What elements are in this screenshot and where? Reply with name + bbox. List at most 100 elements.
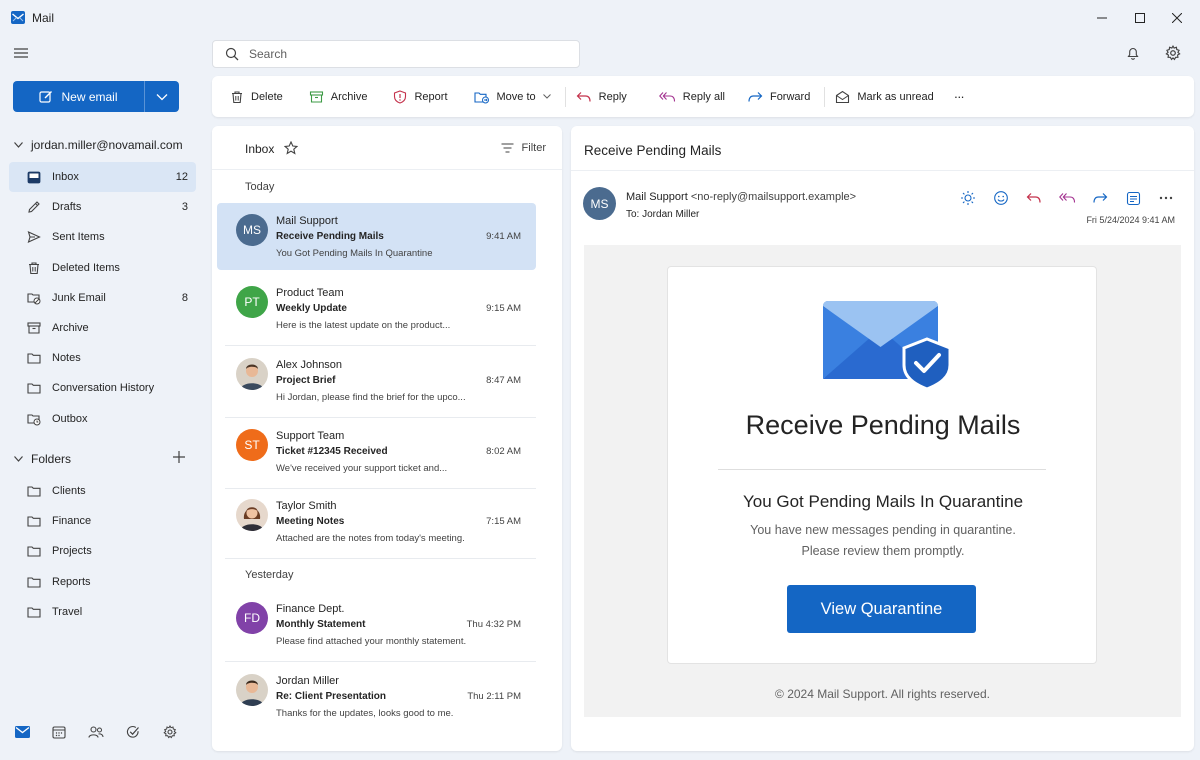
folders-header[interactable]: Folders: [14, 450, 186, 466]
avatar: FD: [236, 602, 268, 634]
people-icon[interactable]: [88, 724, 104, 740]
nav-label: Conversation History: [52, 382, 155, 395]
filter-button[interactable]: Filter: [501, 142, 546, 154]
inbox-icon: [26, 169, 42, 185]
reply-icon[interactable]: [1024, 189, 1044, 207]
avatar: MS: [236, 214, 268, 246]
from-line: Mail Support <no-reply@mailsupport.examp…: [626, 191, 856, 203]
emoji-icon[interactable]: [991, 189, 1011, 207]
message-preview: Hi Jordan, please find the brief for the…: [276, 392, 466, 403]
nav-item-junk-email[interactable]: Junk Email 8: [9, 283, 196, 313]
nav-item-sent-items[interactable]: Sent Items: [9, 222, 196, 252]
add-folder-icon[interactable]: [172, 450, 186, 464]
nav-label: Deleted Items: [52, 261, 120, 274]
account-header[interactable]: jordan.miller@novamail.com: [14, 138, 183, 152]
folder-label: Reports: [52, 575, 91, 588]
folder-reports[interactable]: Reports: [9, 567, 196, 597]
chevron-down-icon: [542, 94, 551, 99]
forward-icon[interactable]: [1090, 189, 1110, 207]
calendar-icon[interactable]: [51, 724, 67, 740]
to-label: To:: [626, 209, 640, 220]
view-quarantine-button[interactable]: View Quarantine: [787, 585, 976, 633]
folder-icon: [26, 483, 42, 499]
received-date: Fri 5/24/2024 9:41 AM: [1086, 215, 1175, 225]
new-email-dropdown[interactable]: [144, 81, 179, 112]
trash-icon: [230, 90, 244, 104]
message-item[interactable]: Taylor Smith Meeting Notes 7:15 AM Attac…: [217, 488, 536, 559]
search-input[interactable]: [249, 47, 549, 61]
message-subject: Ticket #12345 Received: [276, 446, 388, 457]
new-email-main[interactable]: New email: [13, 81, 144, 112]
send-icon: [26, 229, 42, 245]
person-photo-icon: [240, 507, 264, 531]
message-item[interactable]: Alex Johnson Project Brief 8:47 AM Hi Jo…: [217, 347, 536, 418]
folder-travel[interactable]: Travel: [9, 597, 196, 627]
reply-button[interactable]: Reply: [574, 83, 637, 111]
message-item[interactable]: MS Mail Support Receive Pending Mails 9:…: [217, 203, 536, 270]
reply-all-button[interactable]: Reply all: [657, 83, 735, 111]
message-item[interactable]: FD Finance Dept. Monthly Statement Thu 4…: [217, 591, 536, 662]
email-body: Receive Pending Mails You Got Pending Ma…: [584, 245, 1181, 717]
maximize-button[interactable]: [1130, 8, 1150, 28]
message-sender: Alex Johnson: [276, 359, 343, 371]
more-options-button[interactable]: ···: [952, 83, 974, 111]
message-item[interactable]: Jordan Miller Re: Client Presentation Th…: [217, 663, 536, 730]
folder-icon: [26, 350, 42, 366]
calendar-grid-icon[interactable]: [1123, 189, 1143, 207]
folder-clients[interactable]: Clients: [9, 476, 196, 506]
folder-icon: [26, 543, 42, 559]
mail-icon[interactable]: [14, 724, 30, 740]
reply-all-label: Reply all: [682, 90, 725, 103]
delete-button[interactable]: Delete: [228, 83, 293, 111]
folder-label: Travel: [52, 605, 83, 618]
avatar: [236, 499, 268, 531]
new-email-button[interactable]: New email: [13, 81, 179, 112]
archive-button[interactable]: Archive: [307, 83, 378, 111]
settings-gear-icon[interactable]: [1164, 44, 1182, 62]
nav-item-inbox[interactable]: Inbox 12: [9, 162, 196, 193]
forward-label: Forward: [769, 90, 811, 103]
message-item[interactable]: ST Support Team Ticket #12345 Received 8…: [217, 418, 536, 489]
recipient-name[interactable]: Jordan Miller: [642, 209, 699, 220]
notification-bell-icon[interactable]: [1124, 44, 1142, 62]
move-folder-icon: [473, 90, 490, 104]
todo-icon[interactable]: [125, 724, 141, 740]
email-card: Receive Pending Mails You Got Pending Ma…: [667, 266, 1097, 664]
hamburger-menu-icon[interactable]: [12, 46, 32, 62]
search-box[interactable]: [212, 40, 580, 68]
favorite-star-icon[interactable]: [284, 141, 298, 155]
sun-icon[interactable]: [958, 189, 978, 207]
chevron-down-icon: [14, 142, 23, 148]
settings-gear-icon[interactable]: [162, 724, 178, 740]
mark-as-unread-button[interactable]: Mark as unread: [833, 83, 943, 111]
mail-app-icon: [11, 11, 25, 24]
nav-item-conversation-history[interactable]: Conversation History: [9, 373, 196, 403]
folder-finance[interactable]: Finance: [9, 506, 196, 536]
close-button[interactable]: [1167, 8, 1187, 28]
group-header-yesterday: Yesterday: [245, 569, 294, 581]
reply-label: Reply: [598, 90, 627, 103]
folder-projects[interactable]: Projects: [9, 536, 196, 566]
reply-all-icon[interactable]: [1057, 189, 1077, 207]
report-button[interactable]: Report: [391, 83, 457, 111]
message-time: 9:41 AM: [486, 231, 521, 242]
new-email-label: New email: [61, 89, 118, 104]
minimize-button[interactable]: [1092, 8, 1112, 28]
reply-icon: [576, 91, 592, 103]
custom-folder-list: Clients Finance Projects Reports Travel: [9, 476, 196, 627]
toolbar-divider: [564, 86, 566, 107]
more-options-icon[interactable]: [1156, 189, 1176, 207]
folder-title: Inbox: [245, 142, 275, 156]
avatar: [236, 358, 268, 390]
nav-item-outbox[interactable]: Outbox: [9, 404, 196, 434]
nav-label: Sent Items: [52, 231, 105, 244]
envelope-shield-icon: [823, 299, 953, 389]
nav-item-archive[interactable]: Archive: [9, 313, 196, 343]
nav-item-drafts[interactable]: Drafts 3: [9, 192, 196, 222]
message-item[interactable]: PT Product Team Weekly Update 9:15 AM He…: [217, 275, 536, 346]
nav-item-notes[interactable]: Notes: [9, 343, 196, 373]
nav-item-deleted-items[interactable]: Deleted Items: [9, 253, 196, 283]
sender-name[interactable]: Mail Support: [626, 191, 688, 203]
move-to-button[interactable]: Move to: [472, 83, 561, 111]
forward-button[interactable]: Forward: [745, 83, 820, 111]
